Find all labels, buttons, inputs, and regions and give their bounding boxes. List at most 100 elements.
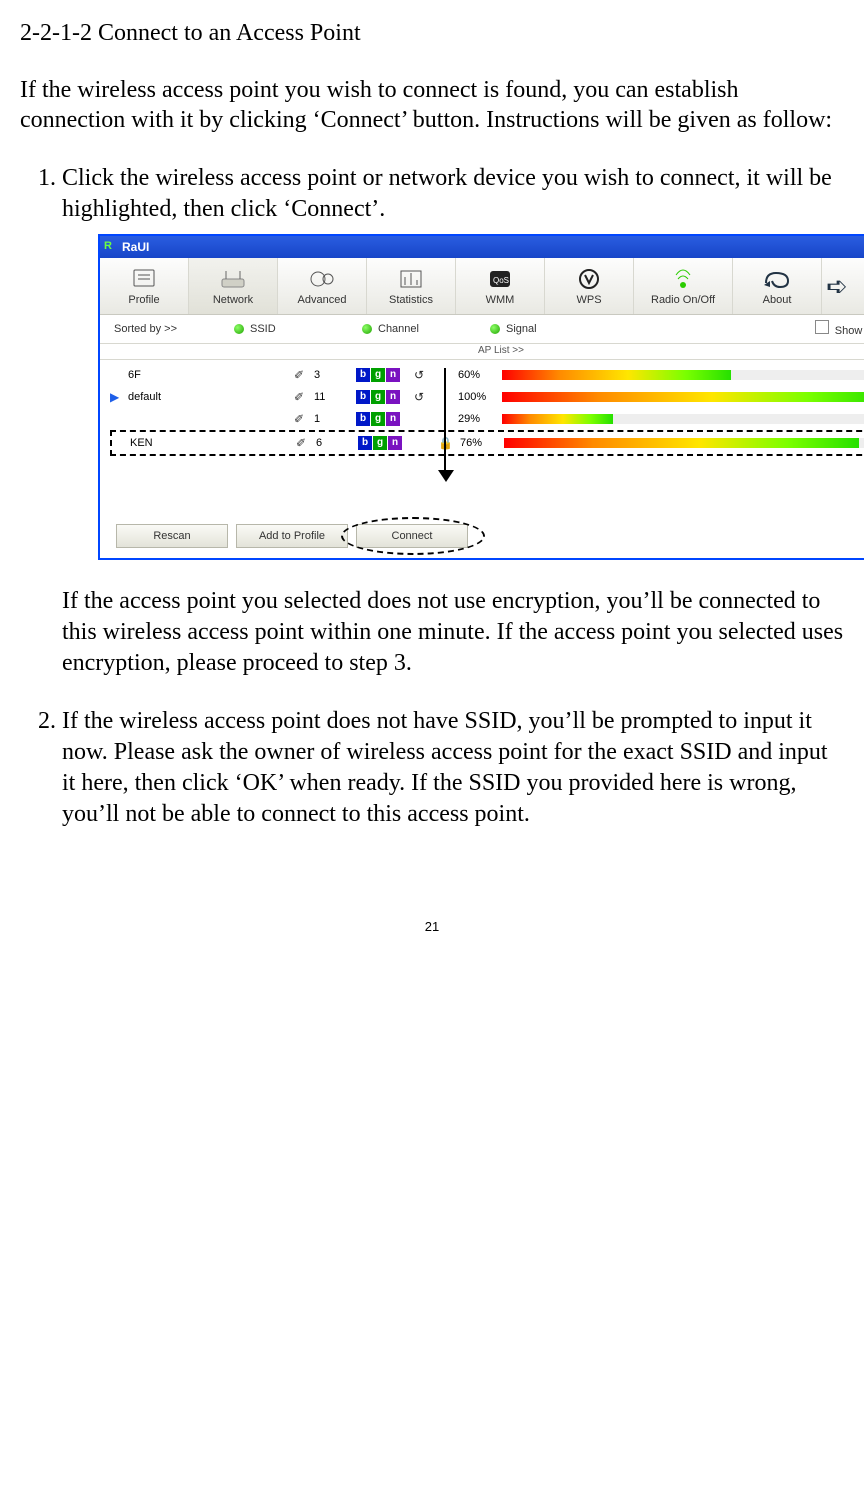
mode-b-icon: b (356, 412, 370, 426)
about-icon (762, 265, 792, 293)
tab-wmm[interactable]: QoS WMM (456, 258, 545, 314)
add-to-profile-button[interactable]: Add to Profile (236, 524, 348, 548)
rescan-button[interactable]: Rescan (116, 524, 228, 548)
raui-window: R RaUI ✕ Profile (98, 234, 864, 560)
rescan-label: Rescan (153, 529, 190, 543)
profile-icon (130, 265, 158, 293)
ap-ssid: 6F (128, 368, 294, 382)
ap-modes: bgn (358, 436, 416, 450)
mode-n-icon: n (386, 390, 400, 404)
show-dbm-label: Show dBm (835, 325, 864, 337)
signal-bar (502, 392, 864, 402)
page-number: 21 (20, 919, 844, 934)
sort-signal-label: Signal (506, 322, 537, 336)
ap-ssid: KEN (130, 436, 296, 450)
tab-profile[interactable]: Profile (100, 258, 189, 314)
ap-list-header: AP List >> (100, 344, 864, 360)
ap-channel: 1 (314, 412, 356, 426)
step-1-text: Click the wireless access point or netwo… (62, 165, 832, 222)
svg-text:QoS: QoS (493, 276, 509, 285)
mode-n-icon: n (386, 368, 400, 382)
connect-label: Connect (392, 529, 433, 543)
step-1: Click the wireless access point or netwo… (62, 163, 844, 678)
ap-row[interactable]: 6F✐3bgn↺ 60% (110, 364, 864, 386)
radio-dot-icon (234, 324, 244, 334)
channel-icon: ✐ (294, 390, 314, 405)
tab-about[interactable]: About (733, 258, 822, 314)
wps-icon: ↺ (414, 368, 436, 383)
sort-channel-label: Channel (378, 322, 419, 336)
action-bar: Rescan Add to Profile Connect (100, 484, 864, 558)
mode-g-icon: g (371, 412, 385, 426)
lock-icon: 🔒 (438, 436, 460, 451)
ap-signal-percent: 60% (458, 368, 502, 382)
network-icon (216, 265, 250, 293)
statistics-icon (397, 265, 425, 293)
sorted-by-label: Sorted by >> (114, 322, 234, 336)
signal-bar (502, 370, 864, 380)
mode-n-icon: n (388, 436, 402, 450)
step-2-text: If the wireless access point does not ha… (62, 708, 828, 826)
mode-b-icon: b (356, 368, 370, 382)
ap-row[interactable]: ▶default✐11bgn↺100% (110, 386, 864, 408)
app-icon: R (104, 238, 118, 256)
tab-wps-label: WPS (576, 293, 601, 307)
channel-icon: ✐ (296, 436, 316, 451)
ap-signal-percent: 76% (460, 436, 504, 450)
tab-network-label: Network (213, 293, 253, 307)
tab-profile-label: Profile (128, 293, 159, 307)
mode-n-icon: n (386, 412, 400, 426)
svg-text:R: R (104, 240, 112, 252)
section-title: 2-2-1-2 Connect to an Access Point (20, 20, 844, 47)
tab-statistics-label: Statistics (389, 293, 433, 307)
arrow-right-icon: ➪ (826, 270, 848, 303)
sort-ssid-label: SSID (250, 322, 276, 336)
main-toolbar: Profile Network Advanced (100, 258, 864, 315)
radio-icon (673, 265, 693, 293)
tab-wps[interactable]: WPS (545, 258, 634, 314)
tab-wmm-label: WMM (486, 293, 515, 307)
wps-icon: ↺ (414, 390, 436, 405)
radio-dot-icon (362, 324, 372, 334)
wmm-icon: QoS (486, 265, 514, 293)
ap-modes: bgn (356, 368, 414, 382)
signal-bar-fill (502, 392, 864, 402)
ap-signal-percent: 29% (458, 412, 502, 426)
tab-about-label: About (763, 293, 792, 307)
sort-by-ssid[interactable]: SSID (234, 322, 362, 336)
tab-radio[interactable]: Radio On/Off (634, 258, 733, 314)
after-figure-paragraph: If the access point you selected does no… (62, 586, 844, 678)
show-dbm-checkbox[interactable]: Show dBm (815, 320, 864, 338)
ap-row[interactable]: KEN✐6bgn🔒76% (110, 430, 864, 456)
step-2: If the wireless access point does not ha… (62, 706, 844, 829)
tab-network[interactable]: Network (189, 258, 278, 314)
signal-bar (502, 414, 864, 424)
signal-bar-fill (502, 414, 613, 424)
add-to-profile-label: Add to Profile (259, 529, 325, 543)
mode-g-icon: g (373, 436, 387, 450)
checkbox-icon (815, 320, 829, 334)
channel-icon: ✐ (294, 412, 314, 427)
tab-statistics[interactable]: Statistics (367, 258, 456, 314)
mode-b-icon: b (356, 390, 370, 404)
sort-by-channel[interactable]: Channel (362, 322, 490, 336)
ap-channel: 3 (314, 368, 356, 382)
sort-row: Sorted by >> SSID Channel Signal Show dB… (100, 315, 864, 344)
radio-dot-icon (490, 324, 500, 334)
ap-channel: 11 (314, 390, 356, 404)
intro-paragraph: If the wireless access point you wish to… (20, 75, 844, 135)
channel-icon: ✐ (294, 368, 314, 383)
mode-b-icon: b (358, 436, 372, 450)
ap-ssid: default (128, 390, 294, 404)
toolbar-more-button[interactable]: ➪ (822, 258, 852, 314)
tab-advanced[interactable]: Advanced (278, 258, 367, 314)
window-title: RaUI (122, 240, 149, 255)
ap-row[interactable]: ✐1bgn 29% (110, 408, 864, 430)
window-titlebar: R RaUI ✕ (100, 236, 864, 258)
tab-radio-label: Radio On/Off (651, 293, 715, 307)
sort-by-signal[interactable]: Signal (490, 322, 618, 336)
signal-bar (504, 438, 864, 448)
advanced-icon (308, 265, 336, 293)
ap-list: 6F✐3bgn↺60%▶default✐11bgn↺100%✐1bgn29%KE… (100, 360, 864, 484)
connect-button[interactable]: Connect (356, 524, 468, 548)
